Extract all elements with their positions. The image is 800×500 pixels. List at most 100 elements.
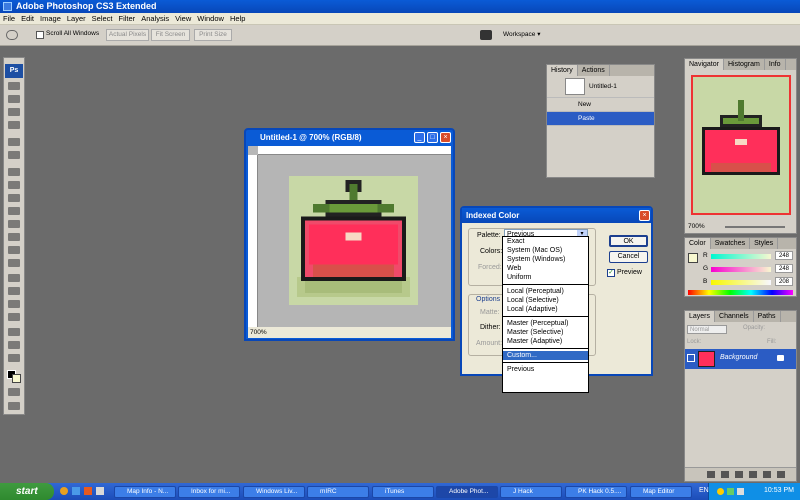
tab-styles[interactable]: Styles (750, 238, 779, 249)
scroll-all-checkbox[interactable] (36, 31, 44, 39)
menu-select[interactable]: Select (89, 13, 116, 25)
maximize-button[interactable]: □ (427, 132, 438, 143)
slice-tool-icon[interactable] (8, 151, 20, 159)
task-photoshop[interactable]: Adobe Phot... (436, 486, 498, 498)
camera-icon[interactable] (480, 30, 492, 40)
quick-mask-icon[interactable] (8, 388, 20, 396)
tab-actions[interactable]: Actions (578, 65, 610, 76)
actual-pixels-button[interactable]: Actual Pixels (106, 29, 149, 41)
navigator-zoom[interactable]: 700% (688, 223, 705, 230)
gradient-tool-icon[interactable] (8, 233, 20, 241)
r-slider[interactable] (711, 254, 771, 259)
task-itunes[interactable]: iTunes (372, 486, 434, 498)
navigator-preview[interactable] (691, 75, 791, 215)
g-slider[interactable] (711, 267, 771, 272)
menu-edit[interactable]: Edit (18, 13, 37, 25)
language-indicator[interactable]: EN (699, 487, 709, 494)
task-windows-live[interactable]: Windows Liv... (243, 486, 305, 498)
tab-color[interactable]: Color (685, 238, 711, 249)
visibility-eye-icon[interactable] (687, 354, 695, 362)
adjustment-layer-icon[interactable] (749, 471, 757, 478)
hand-tool-icon[interactable] (6, 30, 18, 40)
menu-view[interactable]: View (172, 13, 194, 25)
history-brush-icon[interactable] (8, 207, 20, 215)
healing-brush-icon[interactable] (8, 168, 20, 176)
ie-icon[interactable] (72, 487, 80, 495)
workspace-menu[interactable]: Workspace ▾ (503, 30, 540, 38)
pen-tool-icon[interactable] (8, 274, 20, 282)
magic-wand-tool-icon[interactable] (8, 121, 20, 129)
tab-paths[interactable]: Paths (754, 311, 781, 322)
palette-option[interactable]: Local (Perceptual) (503, 287, 588, 296)
tab-channels[interactable]: Channels (715, 311, 754, 322)
type-tool-icon[interactable] (8, 287, 20, 295)
start-button[interactable]: start (0, 483, 54, 500)
screen-mode-icon[interactable] (8, 402, 20, 410)
background-color-swatch[interactable] (12, 374, 21, 383)
palette-option[interactable]: System (Mac OS) (503, 246, 588, 255)
task-pk-hack[interactable]: PK Hack 0.5.... (565, 486, 627, 498)
clone-stamp-icon[interactable] (8, 194, 20, 202)
new-layer-icon[interactable] (777, 471, 785, 478)
dodge-tool-icon[interactable] (8, 259, 20, 267)
tab-histogram[interactable]: Histogram (724, 59, 765, 70)
task-inbox[interactable]: Inbox for mi... (178, 486, 240, 498)
ok-button[interactable]: OK (609, 235, 648, 247)
document-canvas-area[interactable]: 700% (248, 146, 451, 338)
cancel-button[interactable]: Cancel (609, 251, 648, 263)
close-button[interactable]: × (440, 132, 451, 143)
eraser-tool-icon[interactable] (8, 220, 20, 228)
history-snapshot[interactable]: Untitled-1 (547, 76, 654, 98)
palette-option[interactable]: Local (Adaptive) (503, 305, 588, 314)
color-swatch[interactable] (688, 253, 698, 263)
preview-checkbox[interactable]: ✓ (607, 269, 615, 277)
task-j-hack[interactable]: J Hack (500, 486, 562, 498)
firefox-icon[interactable] (60, 487, 68, 495)
menu-analysis[interactable]: Analysis (138, 13, 172, 25)
layer-mask-icon[interactable] (735, 471, 743, 478)
task-mirc[interactable]: mIRC (307, 486, 369, 498)
g-value[interactable]: 248 (775, 264, 793, 273)
menu-window[interactable]: Window (194, 13, 227, 25)
palette-option-highlighted[interactable]: Custom... (503, 351, 588, 360)
minimize-button[interactable]: _ (414, 132, 425, 143)
history-step-paste[interactable]: Paste (547, 112, 654, 126)
desktop-icon[interactable] (96, 487, 104, 495)
tab-layers[interactable]: Layers (685, 311, 716, 322)
dialog-close-button[interactable]: × (639, 210, 650, 221)
palette-option[interactable]: Master (Adaptive) (503, 337, 588, 346)
brush-tool-icon[interactable] (8, 181, 20, 189)
lasso-tool-icon[interactable] (8, 108, 20, 116)
notes-tool-icon[interactable] (8, 328, 20, 336)
hand-tool-icon[interactable] (8, 354, 20, 362)
print-size-button[interactable]: Print Size (194, 29, 232, 41)
eyedropper-tool-icon[interactable] (8, 341, 20, 349)
fit-screen-button[interactable]: Fit Screen (151, 29, 190, 41)
b-value[interactable]: 208 (775, 277, 793, 286)
menu-help[interactable]: Help (227, 13, 248, 25)
menu-filter[interactable]: Filter (116, 13, 139, 25)
path-selection-icon[interactable] (8, 300, 20, 308)
palette-option[interactable]: Exact (503, 237, 588, 246)
quicklaunch-icon[interactable] (84, 487, 92, 495)
volume-icon[interactable] (737, 488, 744, 495)
b-slider[interactable] (711, 280, 771, 285)
shape-tool-icon[interactable] (8, 313, 20, 321)
tab-navigator[interactable]: Navigator (685, 59, 724, 70)
color-ramp[interactable] (688, 290, 793, 295)
menu-file[interactable]: File (0, 13, 18, 25)
blend-mode-select[interactable]: Normal (687, 325, 727, 334)
crop-tool-icon[interactable] (8, 138, 20, 146)
palette-option[interactable]: Local (Selective) (503, 296, 588, 305)
move-tool-icon[interactable] (8, 82, 20, 90)
blur-tool-icon[interactable] (8, 246, 20, 254)
dialog-title-bar[interactable]: Indexed Color (462, 208, 651, 223)
navigator-zoom-slider[interactable] (725, 226, 785, 228)
task-map-editor[interactable]: Map Editor (630, 486, 692, 498)
tab-history[interactable]: History (547, 65, 578, 76)
marquee-tool-icon[interactable] (8, 95, 20, 103)
history-step-new[interactable]: New (547, 98, 654, 112)
document-window[interactable]: Untitled-1 @ 700% (RGB/8) _ □ × 700% (244, 128, 455, 341)
link-layers-icon[interactable] (707, 471, 715, 478)
tab-info[interactable]: Info (765, 59, 786, 70)
